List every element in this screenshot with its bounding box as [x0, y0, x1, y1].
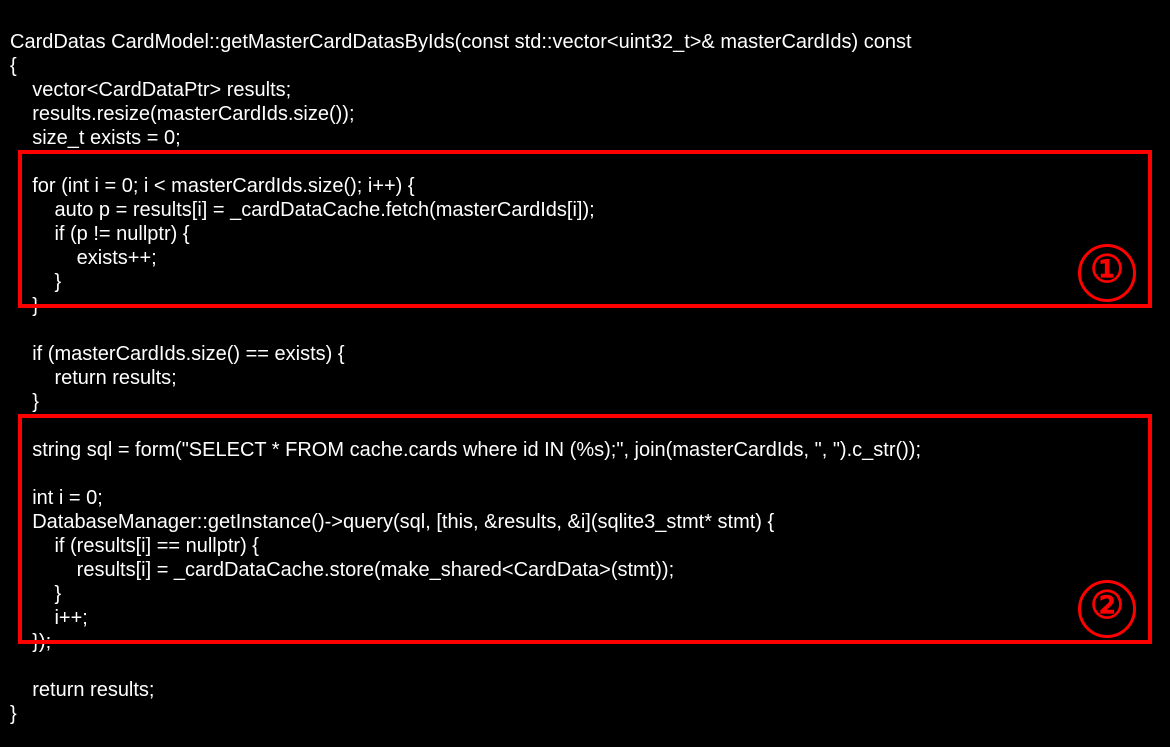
- code-line: string sql = form("SELECT * FROM cache.c…: [10, 439, 921, 461]
- code-line: });: [10, 631, 51, 653]
- code-line: vector<CardDataPtr> results;: [10, 79, 291, 101]
- code-line: size_t exists = 0;: [10, 127, 181, 149]
- highlight-label-2: ②: [1078, 579, 1136, 638]
- code-line: if (masterCardIds.size() == exists) {: [10, 343, 345, 365]
- code-line: results[i] = _cardDataCache.store(make_s…: [10, 559, 674, 581]
- code-line: return results;: [10, 367, 177, 389]
- highlight-label-1: ①: [1078, 243, 1136, 302]
- code-line: CardDatas CardModel::getMasterCardDatasB…: [10, 31, 912, 53]
- code-line: }: [10, 583, 61, 605]
- code-block: CardDatas CardModel::getMasterCardDatasB…: [0, 0, 1170, 747]
- code-line: exists++;: [10, 247, 157, 269]
- code-line: if (results[i] == nullptr) {: [10, 535, 259, 557]
- code-line: auto p = results[i] = _cardDataCache.fet…: [10, 199, 595, 221]
- code-line: return results;: [10, 679, 155, 701]
- code-line: i++;: [10, 607, 88, 629]
- code-line: }: [10, 271, 61, 293]
- code-line: if (p != nullptr) {: [10, 223, 190, 245]
- code-line: }: [10, 703, 17, 725]
- code-line: for (int i = 0; i < masterCardIds.size()…: [10, 175, 415, 197]
- code-line: results.resize(masterCardIds.size());: [10, 103, 355, 125]
- code-line: DatabaseManager::getInstance()->query(sq…: [10, 511, 774, 533]
- code-line: {: [10, 55, 17, 77]
- code-line: }: [10, 391, 39, 413]
- code-line: }: [10, 295, 39, 317]
- code-line: int i = 0;: [10, 487, 103, 509]
